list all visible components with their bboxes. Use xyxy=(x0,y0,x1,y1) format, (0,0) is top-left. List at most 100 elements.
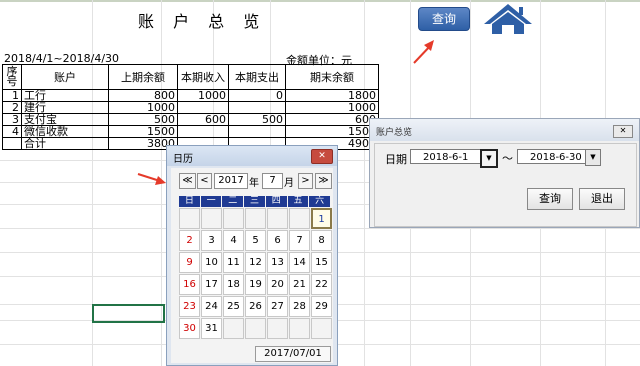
cell-no[interactable] xyxy=(2,137,22,150)
dialog-titlebar[interactable]: 账户总览 ✕ xyxy=(370,119,639,141)
calendar-day[interactable]: 20 xyxy=(267,274,288,295)
dropdown-arrow-icon[interactable]: ▼ xyxy=(585,149,601,166)
query-button[interactable]: 查询 xyxy=(418,7,470,31)
weekday-header: 日 一 二 三 四 五 六 xyxy=(179,196,331,207)
calendar-empty-cell xyxy=(311,318,332,339)
cell-end[interactable]: 1500 xyxy=(285,125,379,138)
cell-prev[interactable]: 500 xyxy=(108,113,178,126)
weekday-label: 六 xyxy=(309,196,331,207)
cell-prev[interactable]: 1500 xyxy=(108,125,178,138)
month-field[interactable]: 7 xyxy=(262,173,283,189)
dropdown-arrow-icon[interactable]: ▼ xyxy=(480,149,498,168)
cell-end[interactable]: 1000 xyxy=(285,101,379,114)
calendar-day[interactable]: 3 xyxy=(201,230,222,251)
calendar-day[interactable]: 19 xyxy=(245,274,266,295)
calendar-day[interactable]: 9 xyxy=(179,252,200,273)
calendar-title: 日历 xyxy=(173,154,193,165)
dialog-title: 账户总览 xyxy=(376,128,413,138)
calendar-day[interactable]: 2 xyxy=(179,230,200,251)
calendar-day[interactable]: 21 xyxy=(289,274,310,295)
calendar-day[interactable]: 12 xyxy=(245,252,266,273)
calendar-empty-cell xyxy=(223,318,244,339)
calendar-day[interactable]: 6 xyxy=(267,230,288,251)
calendar-empty-cell xyxy=(201,208,222,229)
calendar-day[interactable]: 17 xyxy=(201,274,222,295)
calendar-day[interactable]: 25 xyxy=(223,296,244,317)
cell-prev[interactable]: 1000 xyxy=(108,101,178,114)
calendar-day[interactable]: 23 xyxy=(179,296,200,317)
cell-account[interactable]: 微信收款 xyxy=(21,125,109,138)
calendar-day[interactable]: 10 xyxy=(201,252,222,273)
home-icon[interactable] xyxy=(480,2,536,36)
cell-income[interactable]: 600 xyxy=(177,113,229,126)
cell-expense[interactable] xyxy=(228,125,286,138)
calendar-day[interactable]: 7 xyxy=(289,230,310,251)
calendar-day[interactable]: 22 xyxy=(311,274,332,295)
calendar-day[interactable]: 27 xyxy=(267,296,288,317)
start-date-combo[interactable]: 2018-6-1 ▼ xyxy=(410,149,498,168)
exit-button[interactable]: 退出 xyxy=(579,188,625,210)
cell-prev[interactable]: 800 xyxy=(108,89,178,102)
prev-month-button[interactable]: < xyxy=(197,173,212,189)
end-date-combo[interactable]: 2018-6-30 ▼ xyxy=(517,149,601,166)
cell-income[interactable] xyxy=(177,125,229,138)
calendar-day[interactable]: 15 xyxy=(311,252,332,273)
cell-income[interactable] xyxy=(177,101,229,114)
cell-expense[interactable]: 0 xyxy=(228,89,286,102)
table-row[interactable]: 1 工行 800 1000 0 1800 xyxy=(2,89,379,102)
calendar-day[interactable]: 26 xyxy=(245,296,266,317)
cell-expense[interactable] xyxy=(228,101,286,114)
calendar-day[interactable]: 18 xyxy=(223,274,244,295)
table-row[interactable]: 2 建行 1000 1000 xyxy=(2,101,379,114)
cell-account[interactable]: 支付宝 xyxy=(21,113,109,126)
next-year-button[interactable]: ≫ xyxy=(315,173,332,189)
overview-dialog[interactable]: 账户总览 ✕ 日期 2018-6-1 ▼ ～ 2018-6-30 ▼ 查询 退出 xyxy=(369,118,640,228)
cell-expense[interactable]: 500 xyxy=(228,113,286,126)
cell-no[interactable]: 2 xyxy=(2,101,22,114)
next-month-button[interactable]: > xyxy=(298,173,313,189)
weekday-label: 四 xyxy=(265,196,287,207)
calendar-day[interactable]: 16 xyxy=(179,274,200,295)
cell-end[interactable]: 600 xyxy=(285,113,379,126)
prev-year-button[interactable]: ≪ xyxy=(179,173,196,189)
weekday-label: 三 xyxy=(244,196,265,207)
calendar-window[interactable]: 日历 ✕ ≪ < 2017 年 7 月 > ≫ 日 一 二 三 四 五 六 12… xyxy=(166,145,338,366)
calendar-day[interactable]: 14 xyxy=(289,252,310,273)
cell-no[interactable]: 3 xyxy=(2,113,22,126)
year-field[interactable]: 2017 xyxy=(214,173,248,189)
calendar-day[interactable]: 31 xyxy=(201,318,222,339)
calendar-empty-cell xyxy=(223,208,244,229)
date-label: 日期 xyxy=(385,153,407,166)
calendar-day[interactable]: 1 xyxy=(311,208,332,229)
calendar-day[interactable]: 28 xyxy=(289,296,310,317)
calendar-week-row: 30 31 xyxy=(179,318,333,340)
cell-no[interactable]: 1 xyxy=(2,89,22,102)
selected-date: 2017/07/01 xyxy=(255,346,331,362)
weekday-label: 日 xyxy=(179,196,200,207)
calendar-day[interactable]: 30 xyxy=(179,318,200,339)
cell-account[interactable]: 合计 xyxy=(21,137,109,150)
cell-account[interactable]: 建行 xyxy=(21,101,109,114)
cell-account[interactable]: 工行 xyxy=(21,89,109,102)
table-row[interactable]: 4 微信收款 1500 1500 xyxy=(2,125,379,138)
close-button[interactable]: ✕ xyxy=(613,125,633,138)
calendar-week-row: 16 17 18 19 20 21 22 xyxy=(179,274,333,296)
calendar-day[interactable]: 4 xyxy=(223,230,244,251)
dialog-body: 日期 2018-6-1 ▼ ～ 2018-6-30 ▼ 查询 退出 xyxy=(374,143,637,227)
calendar-day[interactable]: 5 xyxy=(245,230,266,251)
calendar-empty-cell xyxy=(267,208,288,229)
table-row[interactable]: 3 支付宝 500 600 500 600 xyxy=(2,113,379,126)
query-button[interactable]: 查询 xyxy=(527,188,573,210)
ribbon-edge xyxy=(0,0,640,2)
cell-no[interactable]: 4 xyxy=(2,125,22,138)
calendar-day[interactable]: 29 xyxy=(311,296,332,317)
close-button[interactable]: ✕ xyxy=(311,149,333,164)
calendar-day[interactable]: 13 xyxy=(267,252,288,273)
cell-end[interactable]: 1800 xyxy=(285,89,379,102)
calendar-day[interactable]: 11 xyxy=(223,252,244,273)
cell-income[interactable]: 1000 xyxy=(177,89,229,102)
calendar-day[interactable]: 8 xyxy=(311,230,332,251)
selected-cell[interactable] xyxy=(92,304,165,323)
calendar-titlebar[interactable]: 日历 ✕ xyxy=(167,146,337,166)
calendar-day[interactable]: 24 xyxy=(201,296,222,317)
